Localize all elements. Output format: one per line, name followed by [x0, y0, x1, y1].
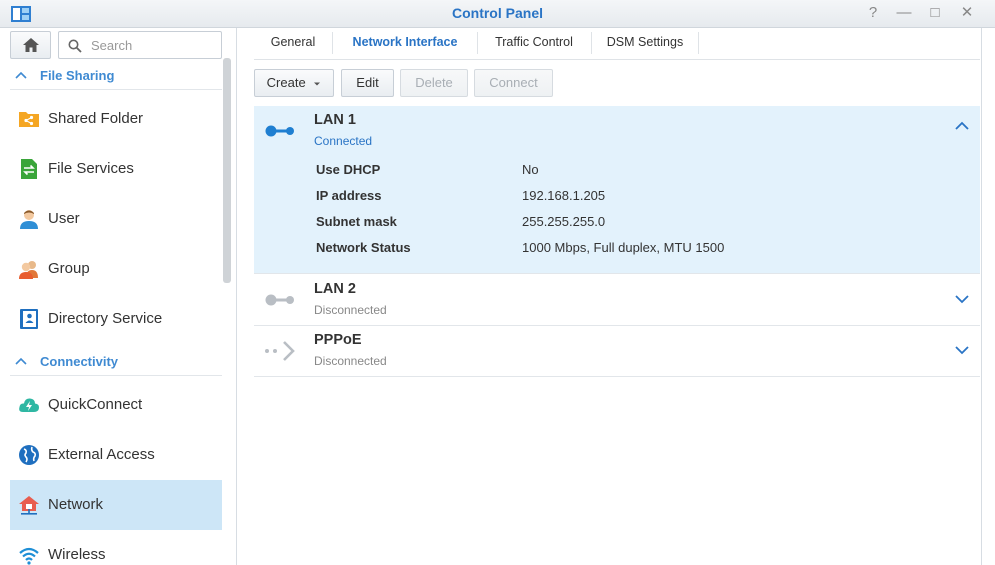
- wireless-icon: [19, 547, 39, 565]
- quickconnect-icon: [19, 398, 40, 412]
- tab-traffic-control[interactable]: Traffic Control: [478, 28, 590, 59]
- window-title: Control Panel: [451, 5, 543, 21]
- interface-lan1[interactable]: LAN 1 Connected Use DHCP No IP address 1…: [254, 106, 980, 274]
- sidebar-item-user[interactable]: User: [10, 194, 222, 244]
- sidebar-item-label: Network: [48, 496, 104, 513]
- tab-general[interactable]: General: [254, 28, 332, 59]
- detail-label: Use DHCP: [316, 162, 381, 177]
- minimize-button[interactable]: —: [893, 3, 915, 23]
- sidebar: File Sharing Shared Folder File Services…: [0, 28, 237, 565]
- maximize-button[interactable]: □: [924, 3, 946, 23]
- user-icon: [20, 210, 38, 229]
- detail-label: IP address: [316, 188, 382, 203]
- tab-bar: General Network Interface Traffic Contro…: [254, 28, 980, 60]
- interface-pppoe[interactable]: PPPoE Disconnected: [254, 326, 980, 377]
- sidebar-item-network[interactable]: Network: [10, 480, 222, 530]
- sidebar-item-label: QuickConnect: [48, 396, 143, 413]
- detail-value: 1000 Mbps, Full duplex, MTU 1500: [522, 240, 725, 255]
- chevron-up-icon[interactable]: [954, 120, 970, 132]
- search-box[interactable]: [58, 31, 222, 59]
- sidebar-scrollbar[interactable]: [223, 58, 231, 283]
- interface-lan2[interactable]: LAN 2 Disconnected: [254, 275, 980, 326]
- chevron-down-icon[interactable]: [954, 344, 970, 356]
- create-button[interactable]: Create: [254, 69, 334, 97]
- ethernet-disconnected-icon: [265, 294, 294, 306]
- connect-button[interactable]: Connect: [474, 69, 553, 97]
- interface-status: Connected: [314, 134, 373, 148]
- create-button-label: Create: [266, 75, 306, 90]
- section-label: File Sharing: [40, 68, 115, 83]
- detail-label: Subnet mask: [316, 214, 397, 229]
- chevron-up-icon: [15, 71, 27, 79]
- search-icon: [68, 39, 82, 53]
- sidebar-item-label: File Services: [48, 160, 134, 177]
- network-icon: [19, 496, 39, 515]
- delete-button[interactable]: Delete: [400, 69, 468, 97]
- tab-dsm-settings[interactable]: DSM Settings: [592, 28, 698, 59]
- search-input[interactable]: [89, 36, 217, 54]
- sidebar-item-group[interactable]: Group: [10, 244, 222, 294]
- interface-name: LAN 2: [314, 281, 356, 297]
- home-button[interactable]: [10, 31, 51, 59]
- section-connectivity[interactable]: Connectivity: [10, 348, 222, 376]
- interface-status: Disconnected: [314, 354, 387, 368]
- interface-name: PPPoE: [314, 332, 362, 348]
- sidebar-item-label: Group: [48, 260, 90, 277]
- chevron-up-icon: [15, 357, 27, 365]
- help-button[interactable]: ?: [862, 3, 884, 23]
- tab-network-interface[interactable]: Network Interface: [333, 28, 477, 59]
- detail-label: Network Status: [316, 240, 411, 255]
- sidebar-item-label: Shared Folder: [48, 110, 144, 127]
- sidebar-item-directory-service[interactable]: Directory Service: [10, 294, 222, 344]
- sidebar-item-file-services[interactable]: File Services: [10, 144, 222, 194]
- section-label: Connectivity: [40, 354, 119, 369]
- detail-value: No: [522, 162, 539, 177]
- close-button[interactable]: ✕: [956, 3, 978, 23]
- directory-service-icon: [20, 309, 38, 329]
- title-bar: Control Panel ? — □ ✕: [0, 0, 995, 28]
- section-file-sharing[interactable]: File Sharing: [10, 62, 222, 90]
- caret-down-icon: [314, 82, 321, 86]
- group-icon: [19, 261, 38, 279]
- pppoe-icon: [265, 341, 295, 361]
- chevron-down-icon[interactable]: [954, 293, 970, 305]
- file-services-icon: [21, 159, 37, 179]
- interface-status: Disconnected: [314, 303, 387, 317]
- sidebar-item-external-access[interactable]: External Access: [10, 430, 222, 480]
- sidebar-item-shared-folder[interactable]: Shared Folder: [10, 94, 222, 144]
- sidebar-item-wireless[interactable]: Wireless: [10, 530, 222, 565]
- tab-divider: [698, 32, 699, 54]
- sidebar-item-label: Wireless: [48, 546, 106, 563]
- sidebar-item-label: Directory Service: [48, 310, 163, 327]
- sidebar-item-label: External Access: [48, 446, 155, 463]
- window-edge: [981, 28, 995, 565]
- sidebar-item-label: User: [48, 210, 80, 227]
- sidebar-item-quickconnect[interactable]: QuickConnect: [10, 380, 222, 430]
- interface-name: LAN 1: [314, 112, 356, 128]
- shared-folder-icon: [19, 112, 39, 127]
- external-access-icon: [19, 445, 39, 465]
- detail-value: 192.168.1.205: [522, 188, 606, 203]
- home-icon: [22, 38, 39, 52]
- detail-value: 255.255.255.0: [522, 214, 606, 229]
- ethernet-connected-icon: [265, 125, 294, 137]
- edit-button[interactable]: Edit: [341, 69, 394, 97]
